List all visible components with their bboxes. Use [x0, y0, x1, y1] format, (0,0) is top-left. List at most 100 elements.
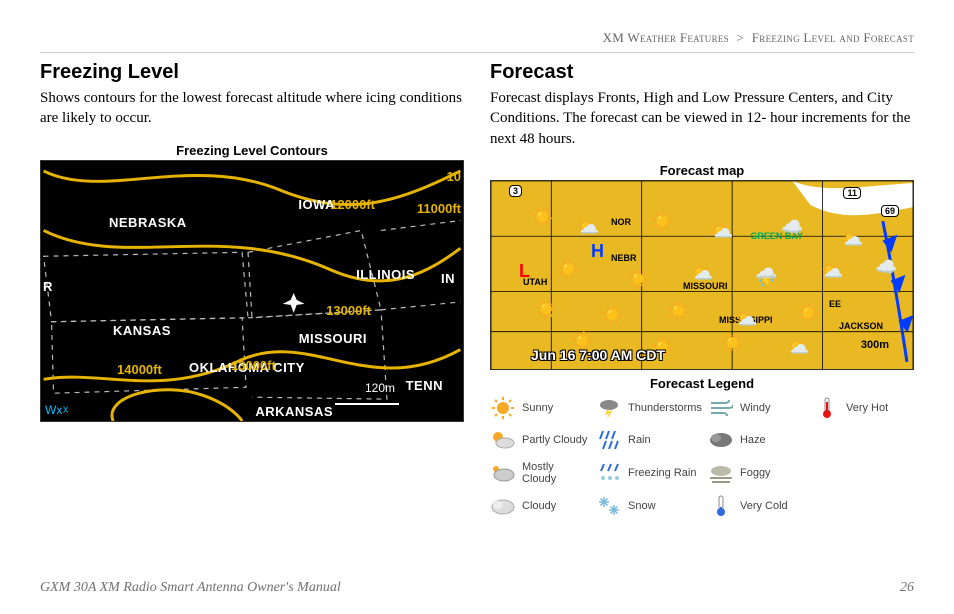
weather-icon: ⛅ — [821, 261, 843, 282]
legend-haze: Haze — [708, 429, 808, 451]
cloudy-icon — [490, 495, 516, 517]
weather-icon: ☀️ — [797, 303, 819, 324]
forecast-caption: Forecast map — [490, 163, 914, 178]
weather-icon: ☀️ — [627, 269, 649, 290]
breadcrumb-sep: > — [737, 30, 745, 45]
alt-13000a: 13000ft — [326, 303, 371, 318]
legend-label: Foggy — [740, 467, 771, 479]
thunderstorm-icon — [596, 397, 622, 419]
weather-icon: ⛅ — [787, 337, 809, 358]
legend-label: Very Hot — [846, 402, 888, 414]
legend-label: Mostly Cloudy — [522, 461, 590, 485]
contour-lines-svg — [41, 161, 463, 421]
legend-empty — [814, 461, 914, 485]
forecast-legend: Sunny Thunderstorms Windy Very Hot Partl… — [490, 397, 914, 517]
alt-11000: 11000ft — [417, 201, 461, 216]
map-scale-bar — [335, 403, 399, 405]
weather-icon: ☀️ — [651, 211, 673, 232]
state-arkansas: ARKANSAS — [255, 404, 333, 419]
page-footer: GXM 30A XM Radio Smart Antenna Owner's M… — [40, 580, 914, 596]
windy-icon — [708, 397, 734, 419]
legend-label: Partly Cloudy — [522, 434, 587, 446]
state-kansas: KANSAS — [113, 323, 171, 338]
legend-label: Thunderstorms — [628, 402, 702, 414]
breadcrumb: XM Weather Features > Freezing Level and… — [40, 30, 914, 53]
freezing-level-caption: Freezing Level Contours — [40, 143, 464, 158]
content-columns: Freezing Level Shows contours for the lo… — [40, 61, 914, 517]
high-pressure-icon: H — [591, 241, 604, 262]
road-11: 11 — [843, 187, 861, 199]
state-r: R — [43, 279, 53, 294]
state-missouri: MISSOURI — [299, 331, 367, 346]
freezing-rain-icon — [596, 462, 622, 484]
legend-label: Haze — [740, 434, 766, 446]
alt-13000b: 13000ft — [231, 358, 276, 373]
legend-label: Snow — [628, 500, 656, 512]
weather-icon: ☀️ — [721, 333, 743, 354]
legend-label: Rain — [628, 434, 651, 446]
legend-label: Cloudy — [522, 500, 556, 512]
legend-snow: Snow — [596, 495, 702, 517]
weather-icon: ☀️ — [535, 299, 557, 320]
forecast-legend-title: Forecast Legend — [490, 376, 914, 391]
legend-partly-cloudy: Partly Cloudy — [490, 429, 590, 451]
legend-label: Very Cold — [740, 500, 788, 512]
breadcrumb-page: Freezing Level and Forecast — [752, 30, 914, 45]
state-in: IN — [441, 271, 455, 286]
alt-10: 10 — [447, 169, 461, 184]
snow-icon — [596, 495, 622, 517]
legend-very-cold: Very Cold — [708, 495, 808, 517]
city-nebr: NEBR — [611, 253, 637, 263]
city-utah: UTAH — [523, 277, 547, 287]
state-tenn: TENN — [406, 378, 443, 393]
weather-icon: ⛅ — [841, 229, 863, 250]
state-nebraska: NEBRASKA — [109, 215, 187, 230]
legend-label: Windy — [740, 402, 771, 414]
weather-icon: ⛈️ — [755, 267, 777, 288]
weather-icon: ⛅ — [711, 221, 733, 242]
legend-freezing-rain: Freezing Rain — [596, 461, 702, 485]
weather-icon: ☀️ — [667, 301, 689, 322]
partly-cloudy-icon — [490, 429, 516, 451]
city-jackson: JACKSON — [839, 321, 883, 331]
map-cursor-mode: Wx☓ — [45, 403, 69, 417]
legend-empty — [814, 495, 914, 517]
freezing-level-heading: Freezing Level — [40, 61, 464, 84]
forecast-body: Forecast displays Fronts, High and Low P… — [490, 88, 914, 149]
forecast-heading: Forecast — [490, 61, 914, 84]
city-nord: NOR — [611, 217, 631, 227]
right-column: Forecast Forecast displays Fronts, High … — [490, 61, 914, 517]
legend-rain: Rain — [596, 429, 702, 451]
footer-title: GXM 30A XM Radio Smart Antenna Owner's M… — [40, 580, 341, 596]
footer-page-number: 26 — [900, 580, 914, 596]
road-3: 3 — [509, 185, 522, 197]
rain-icon — [596, 429, 622, 451]
very-hot-icon — [814, 397, 840, 419]
very-cold-icon — [708, 495, 734, 517]
freezing-level-map: NEBRASKA IOWA KANSAS MISSOURI ILLINOIS I… — [40, 160, 464, 422]
legend-label: Freezing Rain — [628, 467, 696, 479]
legend-foggy: Foggy — [708, 461, 808, 485]
city-ee: EE — [829, 299, 841, 309]
weather-icon: ⛅ — [735, 309, 757, 330]
weather-icon: ☀️ — [531, 207, 553, 228]
alt-12000: 12000ft — [330, 197, 375, 212]
weather-icon: ☁️ — [781, 217, 803, 238]
legend-sunny: Sunny — [490, 397, 590, 419]
road-69: 69 — [881, 205, 899, 217]
legend-very-hot: Very Hot — [814, 397, 914, 419]
mostly-cloudy-icon — [490, 462, 516, 484]
left-column: Freezing Level Shows contours for the lo… — [40, 61, 464, 517]
weather-icon: ☀️ — [601, 305, 623, 326]
legend-thunderstorms: Thunderstorms — [596, 397, 702, 419]
legend-empty — [814, 429, 914, 451]
breadcrumb-section: XM Weather Features — [603, 30, 729, 45]
weather-icon: ⛅ — [577, 217, 599, 238]
legend-cloudy: Cloudy — [490, 495, 590, 517]
forecast-scale: 300m — [861, 339, 889, 351]
weather-icon: ☀️ — [557, 259, 579, 280]
alt-14000: 14000ft — [117, 362, 162, 377]
foggy-icon — [708, 462, 734, 484]
forecast-timestamp: Jun 16 7:00 AM CDT — [531, 347, 665, 363]
sunny-icon — [490, 397, 516, 419]
